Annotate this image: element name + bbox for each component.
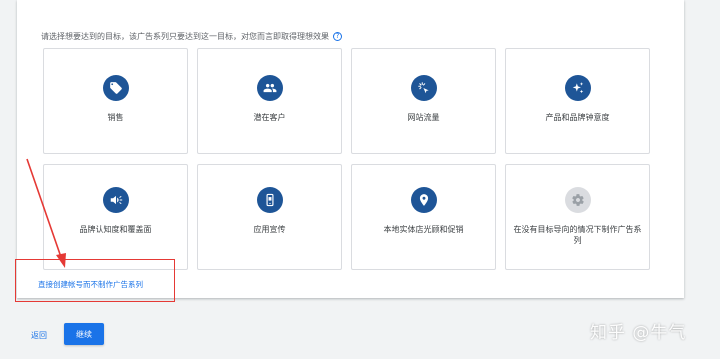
- goal-tile-brand-awareness[interactable]: 品牌认知度和覆盖面: [43, 164, 188, 270]
- goal-grid: 销售 潜在客户 网站流量 产品和品牌钟意度 品牌认知度和覆盖面 应用宣传 本地实…: [43, 48, 650, 270]
- goal-label: 品牌认知度和覆盖面: [79, 225, 152, 234]
- tag-icon: [102, 75, 129, 101]
- cursor-click-icon: [410, 75, 437, 101]
- goal-tile-brand-consideration[interactable]: 产品和品牌钟意度: [505, 48, 650, 154]
- goal-tile-no-goal[interactable]: 在没有目标导向的情况下制作广告系列: [505, 164, 650, 270]
- goal-label: 网站流量: [407, 113, 440, 122]
- gear-icon: [564, 187, 591, 213]
- goal-tile-app-promotion[interactable]: 应用宣传: [197, 164, 342, 270]
- help-icon[interactable]: ?: [333, 32, 342, 41]
- sparkle-icon: [564, 75, 591, 101]
- goal-prompt-text: 请选择想要达到的目标，该广告系列只要达到这一目标，对您而言即取得理想效果: [41, 32, 329, 41]
- goal-label: 应用宣传: [253, 225, 286, 234]
- goal-label: 销售: [107, 113, 124, 122]
- phone-icon: [256, 187, 283, 213]
- people-icon: [256, 75, 283, 101]
- watermark: 知乎 @牛气: [590, 323, 687, 343]
- goal-prompt: 请选择想要达到的目标，该广告系列只要达到这一目标，对您而言即取得理想效果 ?: [41, 31, 342, 42]
- goal-label: 产品和品牌钟意度: [545, 113, 610, 122]
- megaphone-icon: [102, 187, 129, 213]
- location-pin-icon: [410, 187, 437, 213]
- goal-label: 在没有目标导向的情况下制作广告系列: [513, 225, 642, 245]
- goal-tile-sales[interactable]: 销售: [43, 48, 188, 154]
- goal-tile-leads[interactable]: 潜在客户: [197, 48, 342, 154]
- goal-selection-card: 请选择想要达到的目标，该广告系列只要达到这一目标，对您而言即取得理想效果 ? 销…: [17, 0, 684, 298]
- goal-tile-website-traffic[interactable]: 网站流量: [351, 48, 496, 154]
- goal-tile-local-store-visits[interactable]: 本地实体店光顾和促销: [351, 164, 496, 270]
- continue-button[interactable]: 继续: [64, 323, 104, 345]
- goal-label: 本地实体店光顾和促销: [383, 225, 464, 234]
- create-account-without-campaign-link[interactable]: 直接创建帐号而不制作广告系列: [38, 279, 143, 290]
- goal-label: 潜在客户: [253, 113, 286, 122]
- back-link[interactable]: 返回: [31, 330, 47, 341]
